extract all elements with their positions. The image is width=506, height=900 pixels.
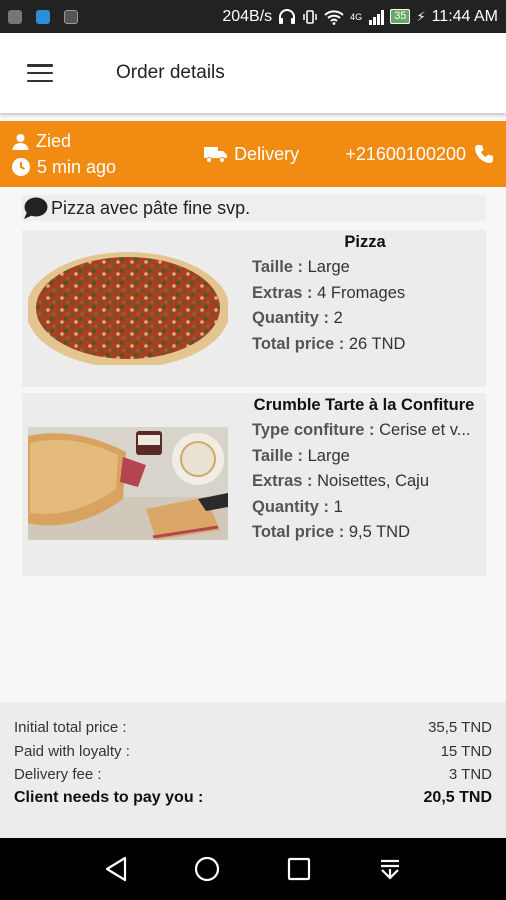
client-pay-label: Client needs to pay you :	[14, 789, 204, 807]
loyalty-value: 15 TND	[440, 742, 492, 760]
item-extras-line: Extras : Noisettes, Caju	[252, 472, 478, 498]
item-quantity-line: Quantity : 1	[252, 498, 478, 524]
item-jam-type-line: Type confiture : Cerise et v...	[252, 421, 478, 447]
clock: 11:44 AM	[431, 7, 498, 25]
order-item: Crumble Tarte à la Confiture Type confit…	[22, 393, 486, 576]
delivery-type: Delivery	[204, 144, 299, 165]
item-quantity-value: 2	[329, 309, 343, 327]
notifications-button[interactable]	[366, 845, 414, 893]
client-pay-row: Client needs to pay you : 20,5 TND	[14, 787, 492, 811]
item-total-label: Total price :	[252, 334, 345, 353]
headphones-icon	[279, 8, 296, 24]
payment-summary: Initial total price : 35,5 TND Paid with…	[0, 702, 506, 838]
item-size-line: Taille : Large	[252, 258, 478, 284]
truck-icon	[204, 147, 228, 163]
charging-icon: ⚡	[416, 8, 426, 24]
item-quantity-value: 1	[329, 497, 343, 516]
initial-total-label: Initial total price :	[14, 719, 127, 737]
item-extras-line: Extras : 4 Fromages	[252, 284, 478, 310]
wifi-icon	[324, 9, 344, 25]
item-extras-value: Noisettes, Caju	[312, 472, 429, 490]
order-info-bar: Zied 5 min ago Delivery +21600100200	[0, 121, 506, 187]
order-time-ago: 5 min ago	[37, 156, 117, 177]
item-jam-type-value: Cerise et v...	[374, 421, 471, 439]
note-text: Pizza avec pâte fine svp.	[51, 197, 251, 218]
order-item: Pizza Taille : Large Extras : 4 Fromages…	[22, 230, 486, 387]
user-icon	[12, 133, 29, 150]
item-quantity-line: Quantity : 2	[252, 309, 478, 335]
delivery-fee-row: Delivery fee : 3 TND	[14, 763, 492, 787]
hamburger-icon	[27, 64, 53, 82]
item-total-label: Total price :	[252, 523, 345, 541]
item-total-line: Total price : 9,5 TND	[252, 523, 478, 549]
gallery-notification-icon	[64, 9, 78, 24]
initial-total-row: Initial total price : 35,5 TND	[14, 716, 492, 740]
item-extras-label: Extras :	[252, 283, 313, 302]
recents-button[interactable]	[275, 845, 323, 893]
app-notification-icon	[8, 9, 22, 24]
notifications-icon	[381, 859, 400, 880]
client-pay-value: 20,5 TND	[423, 789, 492, 807]
delivery-fee-value: 3 TND	[448, 766, 492, 784]
item-total-value: 9,5 TND	[344, 523, 411, 541]
loyalty-row: Paid with loyalty : 15 TND	[14, 740, 492, 764]
item-size-label: Taille :	[252, 446, 304, 465]
loyalty-label: Paid with loyalty :	[14, 742, 130, 760]
item-details: Type confiture : Cerise et v... Taille :…	[252, 421, 478, 549]
status-bar: 204B/s 4G 35 ⚡ 11:44 AM	[0, 0, 506, 33]
network-type: 4G	[350, 11, 363, 22]
battery-icon: 35	[390, 9, 411, 24]
item-details: Taille : Large Extras : 4 Fromages Quant…	[252, 258, 478, 360]
item-size-value: Large	[303, 258, 350, 276]
page-title: Order details	[116, 62, 225, 83]
order-note: Pizza avec pâte fine svp.	[22, 195, 486, 221]
item-total-value: 26 TND	[344, 334, 406, 353]
home-icon	[195, 856, 220, 882]
item-size-line: Taille : Large	[252, 447, 478, 473]
initial-total-value: 35,5 TND	[428, 719, 492, 737]
customer-name: Zied	[36, 130, 72, 151]
pizza-image	[28, 252, 228, 365]
signal-icon	[369, 9, 385, 25]
menu-button[interactable]	[0, 33, 80, 113]
item-size-label: Taille :	[252, 258, 304, 276]
comment-icon	[22, 196, 48, 220]
back-button[interactable]	[92, 845, 140, 893]
item-name: Crumble Tarte à la Confiture	[253, 396, 475, 414]
system-nav-bar	[0, 838, 506, 900]
item-extras-label: Extras :	[252, 472, 313, 490]
app-bar: Order details	[0, 33, 506, 113]
recents-icon	[287, 857, 310, 881]
delivery-label: Delivery	[234, 143, 300, 164]
vibrate-icon	[303, 9, 317, 24]
network-speed: 204B/s	[222, 7, 273, 25]
item-quantity-label: Quantity :	[252, 497, 329, 516]
item-size-value: Large	[303, 446, 350, 465]
crumble-tart-image	[28, 427, 228, 540]
item-name: Pizza	[344, 233, 386, 251]
item-total-line: Total price : 26 TND	[252, 335, 478, 361]
app-notification-icon	[36, 9, 50, 24]
call-customer-button[interactable]: +21600100200	[345, 144, 494, 165]
item-jam-type-label: Type confiture :	[252, 421, 375, 439]
clock-icon	[12, 158, 30, 176]
delivery-fee-label: Delivery fee :	[14, 766, 102, 784]
item-quantity-label: Quantity :	[252, 309, 329, 327]
phone-icon	[475, 145, 493, 163]
back-icon	[105, 856, 126, 882]
phone-number: +21600100200	[345, 143, 466, 164]
item-extras-value: 4 Fromages	[312, 283, 406, 302]
home-button[interactable]	[183, 845, 231, 893]
